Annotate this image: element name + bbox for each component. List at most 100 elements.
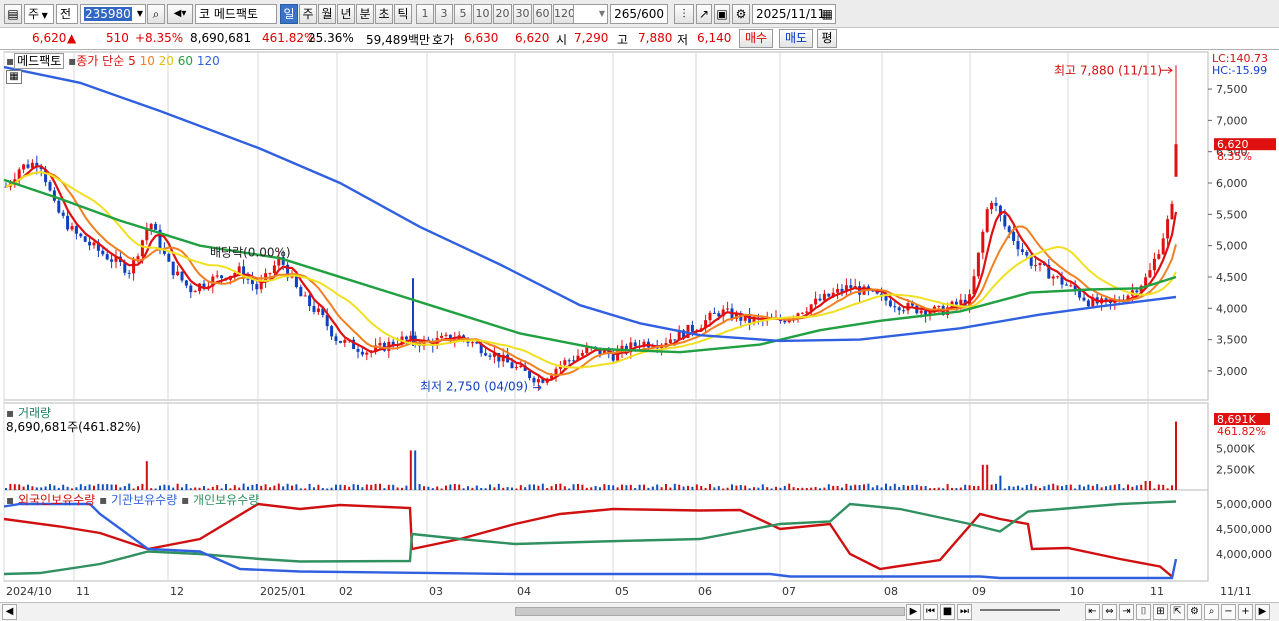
scroll-start-icon[interactable]: ⏮ bbox=[923, 604, 938, 620]
lock-icon[interactable]: ⊞ bbox=[1153, 604, 1168, 620]
volume-bar bbox=[207, 488, 210, 490]
volume-bar bbox=[57, 487, 60, 490]
eval-button[interactable]: 평 bbox=[817, 29, 837, 48]
price-tick-label: 4,500 bbox=[1216, 271, 1248, 284]
gear-icon[interactable]: ⚙ bbox=[732, 4, 750, 24]
x-axis-label: 08 bbox=[884, 585, 898, 598]
candle-body bbox=[902, 310, 906, 312]
save-icon[interactable]: ▣ bbox=[714, 4, 730, 24]
date-input[interactable]: 2025/11/11 ▦ bbox=[752, 4, 836, 24]
sell-button[interactable]: 매도 bbox=[779, 29, 813, 48]
buy-button[interactable]: 매수 bbox=[739, 29, 773, 48]
volume-bar bbox=[1140, 484, 1143, 490]
data-count-input[interactable]: 265/600 bbox=[610, 4, 668, 24]
period-tab-3[interactable]: 년 bbox=[337, 4, 355, 24]
candle-body bbox=[532, 377, 536, 383]
scroll-right-end-icon[interactable]: ▶ bbox=[1255, 604, 1270, 620]
volume-bar bbox=[418, 484, 421, 490]
volume-bar bbox=[691, 486, 694, 490]
period-tab-0[interactable]: 일 bbox=[280, 4, 298, 24]
chart-canvas[interactable]: 7,5007,0006,5006,0005,5005,0004,5004,000… bbox=[0, 50, 1279, 602]
expand-icon[interactable]: ⇔ bbox=[1102, 604, 1117, 620]
scroll-left-icon[interactable]: ◀ bbox=[2, 604, 17, 620]
interval-button-30[interactable]: 30 bbox=[513, 4, 532, 24]
candle-body bbox=[1069, 285, 1073, 287]
min-price-label: 최저 2,750 (04/09) bbox=[420, 380, 528, 394]
stop-icon[interactable]: ■ bbox=[940, 604, 955, 620]
magnifier-icon[interactable]: ⌕ bbox=[1204, 604, 1219, 620]
period-tab-5[interactable]: 초 bbox=[375, 4, 393, 24]
period-tab-1[interactable]: 주 bbox=[299, 4, 317, 24]
market-select[interactable]: 주 ▼ bbox=[24, 4, 54, 24]
interval-button-60[interactable]: 60 bbox=[533, 4, 552, 24]
interval-button-10[interactable]: 10 bbox=[473, 4, 492, 24]
volume-bar bbox=[181, 487, 183, 490]
period-tab-2[interactable]: 월 bbox=[318, 4, 336, 24]
search-icon[interactable]: ⌕ bbox=[147, 4, 165, 24]
scroll-end-icon[interactable]: ⏭ bbox=[957, 604, 972, 620]
candle-body bbox=[690, 324, 694, 332]
max-price-label: 최고 7,880 (11/11) bbox=[1054, 63, 1162, 77]
interval-button-3[interactable]: 3 bbox=[435, 4, 453, 24]
chart-menu-icon[interactable]: ▤ bbox=[4, 4, 22, 24]
volume-bar bbox=[1105, 486, 1107, 490]
volume-bar bbox=[396, 487, 399, 490]
price-legend-stock[interactable]: 메드팩토 bbox=[14, 53, 65, 69]
volume-bar bbox=[717, 486, 720, 490]
interval-button-5[interactable]: 5 bbox=[454, 4, 472, 24]
arrow-left-icon[interactable]: ⇤ bbox=[1085, 604, 1100, 620]
volume-bar bbox=[612, 485, 615, 490]
volume-bar bbox=[242, 483, 245, 490]
volume-bar bbox=[348, 486, 351, 490]
table-icon[interactable]: ▦ bbox=[6, 70, 22, 84]
volume-bar bbox=[79, 484, 82, 490]
zoom-in-icon[interactable]: + bbox=[1238, 604, 1253, 620]
volume-bar bbox=[1096, 484, 1099, 490]
scroll-right-icon[interactable]: ▶ bbox=[906, 604, 921, 620]
period-tab-6[interactable]: 틱 bbox=[394, 4, 412, 24]
candle-body bbox=[220, 275, 224, 279]
volume-bar bbox=[211, 486, 214, 490]
interval-button-120[interactable]: 120 bbox=[553, 4, 575, 24]
volume-bar bbox=[1135, 485, 1138, 490]
speaker-icon[interactable]: ◀▾ bbox=[167, 4, 193, 24]
volume-bar bbox=[541, 483, 544, 490]
volume-bar bbox=[841, 487, 843, 490]
fit-icon[interactable]: ⌷ bbox=[1136, 604, 1151, 620]
volume-bar bbox=[1056, 485, 1059, 490]
volume-bar bbox=[5, 488, 7, 490]
volume-bar bbox=[528, 484, 531, 490]
volume-bar bbox=[1113, 484, 1116, 490]
volume-bar bbox=[621, 484, 623, 490]
candle-type-icon[interactable]: ⫶ bbox=[674, 4, 694, 24]
volume-bar bbox=[700, 486, 703, 490]
x-axis-last-date: 11/11 bbox=[1220, 585, 1252, 598]
volume-bar bbox=[744, 485, 747, 490]
zoom-slider[interactable] bbox=[980, 609, 1060, 611]
individual-holding-label: 개인보유수량 bbox=[193, 493, 260, 507]
zoom-out-icon[interactable]: − bbox=[1221, 604, 1236, 620]
volume-bar bbox=[599, 487, 601, 490]
volume-bar bbox=[159, 485, 161, 490]
chart-scrollbar[interactable]: ◀ ▶ ⏮ ■ ⏭ ⇤ ⇔ ⇥ ⌷ ⊞ ⇱ ⚙ ⌕ − + ▶ bbox=[0, 602, 1279, 621]
stock-code-input[interactable]: 235980 ▼ bbox=[80, 4, 146, 24]
indicator-icon[interactable]: ↗ bbox=[696, 4, 712, 24]
compress-icon[interactable]: ⇥ bbox=[1119, 604, 1134, 620]
candle-body bbox=[1016, 241, 1020, 250]
cursor-icon[interactable]: ⇱ bbox=[1170, 604, 1185, 620]
mode-select[interactable]: 전 bbox=[56, 4, 78, 24]
scroll-thumb[interactable] bbox=[515, 607, 905, 616]
volume-bar bbox=[247, 486, 249, 490]
volume-bar bbox=[827, 484, 830, 490]
volume-bar bbox=[49, 484, 51, 490]
volume-bar bbox=[198, 487, 201, 490]
price-tick-label: 7,000 bbox=[1216, 114, 1248, 127]
chart-area[interactable]: 7,500 7,000 6,500 6,000 5,500 5,000 4,500 4,000… bbox=[0, 50, 1279, 602]
interval-button-1[interactable]: 1 bbox=[416, 4, 434, 24]
settings-icon[interactable]: ⚙ bbox=[1187, 604, 1202, 620]
period-tab-4[interactable]: 분 bbox=[356, 4, 374, 24]
candle-body bbox=[1034, 265, 1038, 267]
volume-bar bbox=[669, 487, 672, 490]
interval-button-20[interactable]: 20 bbox=[493, 4, 512, 24]
interval-custom-select[interactable]: ▼ bbox=[573, 4, 608, 24]
